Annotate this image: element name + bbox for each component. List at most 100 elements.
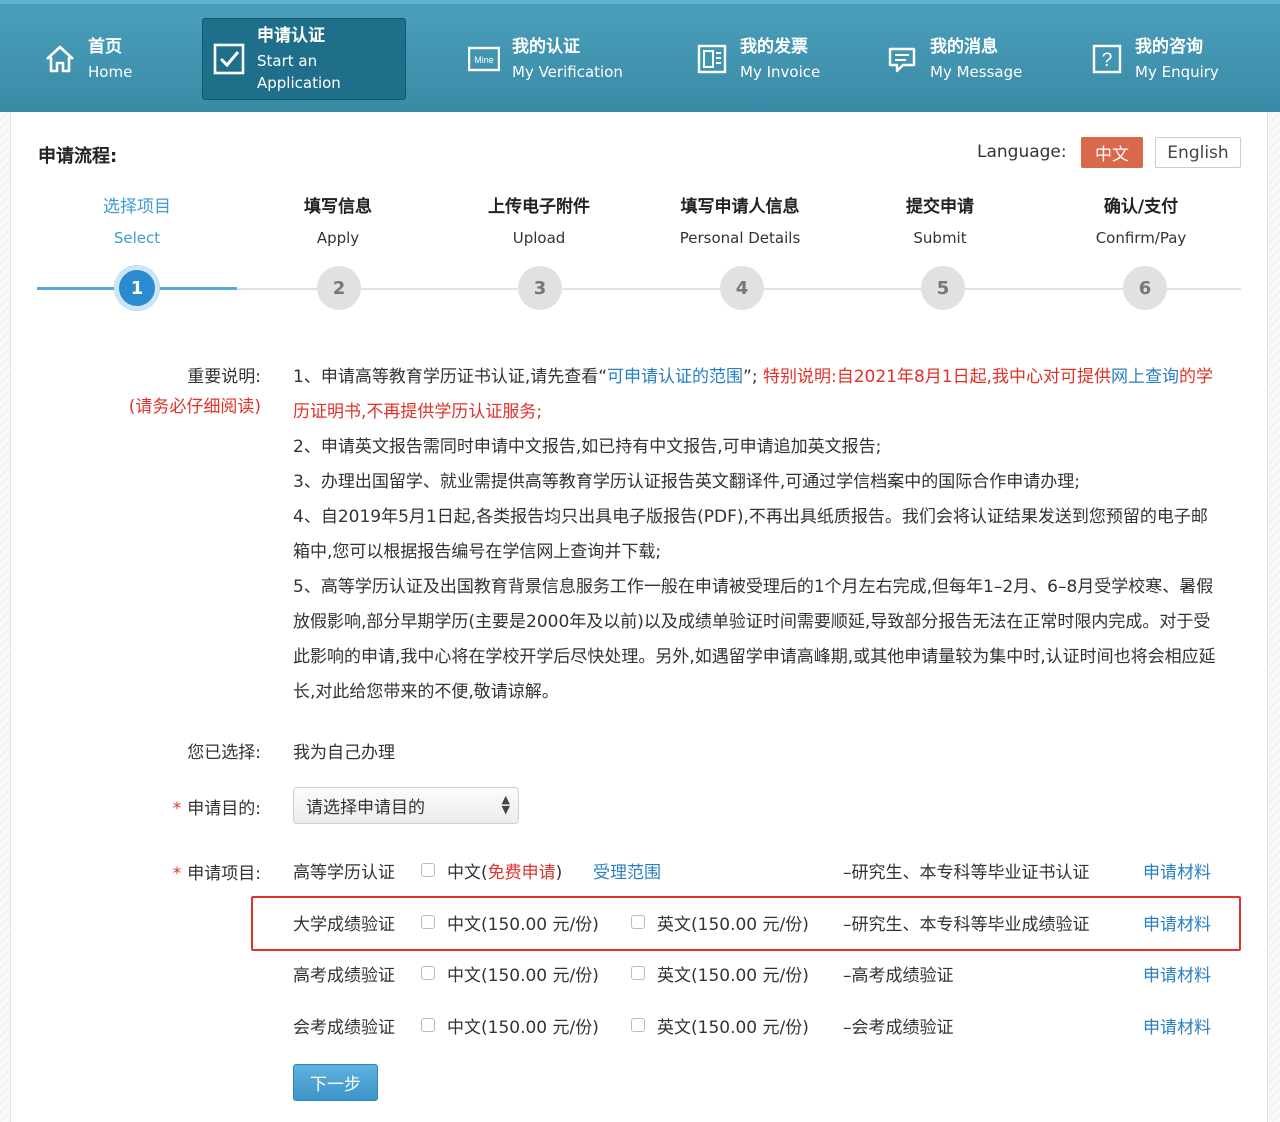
checkbox-chinese[interactable] [421, 915, 435, 929]
checkbox-chinese[interactable] [421, 863, 435, 877]
step-label-cn: 确认/支付 [1103, 197, 1179, 217]
nav-apply-en: Start an Application [257, 51, 341, 92]
step-label-en: Select [113, 229, 161, 247]
project-desc: –研究生、本专科等毕业成绩验证 [843, 915, 1090, 935]
nav-verification-en: My Verification [512, 62, 623, 81]
project-name: 高等学历认证 [293, 863, 395, 883]
note-2: 2、申请英文报告需同时申请中文报告,如已持有中文报告,可申请追加英文报告; [293, 437, 882, 457]
note-1: 1、申请高等教育学历证书认证,请先查看“可申请认证的范围”; 特别说明:自202… [293, 360, 1223, 430]
nav-invoice-cn: 我的发票 [740, 36, 808, 57]
online-query-link[interactable]: 网上查询 [1111, 367, 1179, 387]
nav-enquiry-en: My Enquiry [1135, 62, 1219, 81]
project-name: 会考成绩验证 [293, 1018, 395, 1038]
nav-verification-cn: 我的认证 [512, 36, 580, 57]
project-name: 大学成绩验证 [293, 915, 395, 935]
nav-start-application[interactable]: 申请认证 Start an Application [202, 18, 406, 100]
nav-apply-cn: 申请认证 [257, 25, 325, 46]
step-label-en: Apply [316, 229, 360, 247]
step-label-en: Submit [913, 229, 967, 247]
step-label-cn: 提交申请 [906, 197, 974, 217]
option-english: 英文(150.00 元/份) [657, 1018, 809, 1038]
step-number-1: 1 [115, 266, 159, 310]
process-title: 申请流程: [38, 146, 118, 167]
step-label-en: Upload [512, 229, 566, 247]
materials-link[interactable]: 申请材料 [1143, 910, 1211, 935]
nav-my-verification[interactable]: Mine 我的认证 My Verification [468, 18, 623, 100]
nav-home-en: Home [88, 62, 133, 81]
step-upload: 上传电子附件 Upload [439, 196, 639, 247]
project-row-huikao-grades: 会考成绩验证 中文(150.00 元/份) 英文(150.00 元/份) –会考… [293, 1009, 1233, 1039]
step-apply: 填写信息 Apply [238, 196, 438, 247]
step-label-en: Confirm/Pay [1095, 229, 1187, 247]
step-select: 选择项目 Select [37, 196, 237, 247]
materials-link[interactable]: 申请材料 [1143, 961, 1211, 986]
materials-link[interactable]: 申请材料 [1143, 1013, 1211, 1038]
checkbox-english[interactable] [631, 1018, 645, 1032]
checkbox-icon [213, 43, 245, 75]
step-label-en: Personal Details [679, 229, 801, 247]
next-step-button[interactable]: 下一步 [293, 1064, 378, 1101]
question-icon-text: ? [1102, 50, 1113, 71]
nav-enquiry-cn: 我的咨询 [1135, 36, 1203, 57]
note-1-text: 1、申请高等教育学历证书认证,请先查看“ [293, 367, 608, 387]
checkbox-chinese[interactable] [421, 1018, 435, 1032]
step-confirm-pay: 确认/支付 Confirm/Pay [1041, 196, 1241, 247]
step-number-2: 2 [317, 266, 361, 310]
nav-message-cn: 我的消息 [930, 36, 998, 57]
scope-link[interactable]: 可申请认证的范围 [607, 367, 743, 387]
language-chinese-button[interactable]: 中文 [1081, 137, 1143, 168]
step-submit: 提交申请 Submit [840, 196, 1040, 247]
required-star: * [172, 799, 182, 819]
nav-invoice-en: My Invoice [740, 62, 821, 81]
purpose-label: 申请目的: [187, 799, 261, 819]
checkbox-chinese[interactable] [421, 966, 435, 980]
option-chinese-text: 中文( [447, 863, 488, 883]
top-nav: 首页 Home 申请认证 Start an Application Mine 我… [0, 0, 1280, 112]
option-chinese-free: 中文(免费申请) [447, 858, 562, 883]
select-arrows-icon: ▲ ▼ [501, 793, 510, 816]
special-note: 特别说明:自2021年8月1日起,我中心对可提供 [762, 367, 1112, 387]
option-english: 英文(150.00 元/份) [657, 966, 809, 986]
note-1-close: ”; [743, 367, 763, 387]
step-label-cn: 填写申请人信息 [680, 197, 800, 217]
language-label: Language: [977, 142, 1067, 162]
step-number-6: 6 [1123, 266, 1167, 310]
nav-my-message[interactable]: 我的消息 My Message [886, 18, 1022, 100]
materials-link[interactable]: 申请材料 [1143, 858, 1211, 883]
projects-label: 申请项目: [187, 864, 261, 884]
nav-my-invoice[interactable]: 我的发票 My Invoice [696, 18, 820, 100]
option-chinese: 中文(150.00 元/份) [447, 915, 599, 935]
step-number-5: 5 [921, 266, 965, 310]
purpose-select[interactable]: 请选择申请目的 ▲ ▼ [293, 787, 519, 824]
language-english-button[interactable]: English [1155, 137, 1241, 168]
step-label-cn: 上传电子附件 [488, 197, 590, 217]
nav-my-enquiry[interactable]: ? 我的咨询 My Enquiry [1091, 18, 1219, 100]
step-label-cn: 填写信息 [304, 197, 372, 217]
notes-content: 1、申请高等教育学历证书认证,请先查看“可申请认证的范围”; 特别说明:自202… [293, 360, 1223, 710]
project-row-higher-education: 高等学历认证 中文(免费申请) 受理范围 –研究生、本专科等毕业证书认证 申请材… [293, 854, 1233, 884]
option-english: 英文(150.00 元/份) [657, 915, 809, 935]
project-row-university-grades: 大学成绩验证 中文(150.00 元/份) 英文(150.00 元/份) –研究… [293, 906, 1233, 936]
step-personal-details: 填写申请人信息 Personal Details [640, 196, 840, 247]
nav-home[interactable]: 首页 Home [44, 18, 132, 100]
step-label-cn: 选择项目 [103, 197, 171, 217]
mine-icon-text: Mine [474, 55, 494, 65]
project-row-gaokao-grades: 高考成绩验证 中文(150.00 元/份) 英文(150.00 元/份) –高考… [293, 957, 1233, 987]
purpose-select-value: 请选择申请目的 [306, 798, 425, 818]
question-icon: ? [1092, 44, 1122, 74]
checkbox-english[interactable] [631, 915, 645, 929]
step-number-3: 3 [518, 266, 562, 310]
home-icon [46, 45, 74, 73]
free-badge: 免费申请 [487, 863, 556, 883]
option-chinese: 中文(150.00 元/份) [447, 966, 599, 986]
required-star: * [172, 864, 182, 884]
project-desc: –会考成绩验证 [843, 1018, 954, 1038]
selected-value: 我为自己办理 [293, 743, 395, 763]
project-name: 高考成绩验证 [293, 966, 395, 986]
step-number-4: 4 [720, 266, 764, 310]
mine-icon: Mine [468, 46, 500, 72]
project-desc: –研究生、本专科等毕业证书认证 [843, 863, 1090, 883]
note-3: 3、办理出国留学、就业需提供高等教育学历认证报告英文翻译件,可通过学信档案中的国… [293, 472, 1080, 492]
scope-link[interactable]: 受理范围 [593, 858, 661, 883]
checkbox-english[interactable] [631, 966, 645, 980]
